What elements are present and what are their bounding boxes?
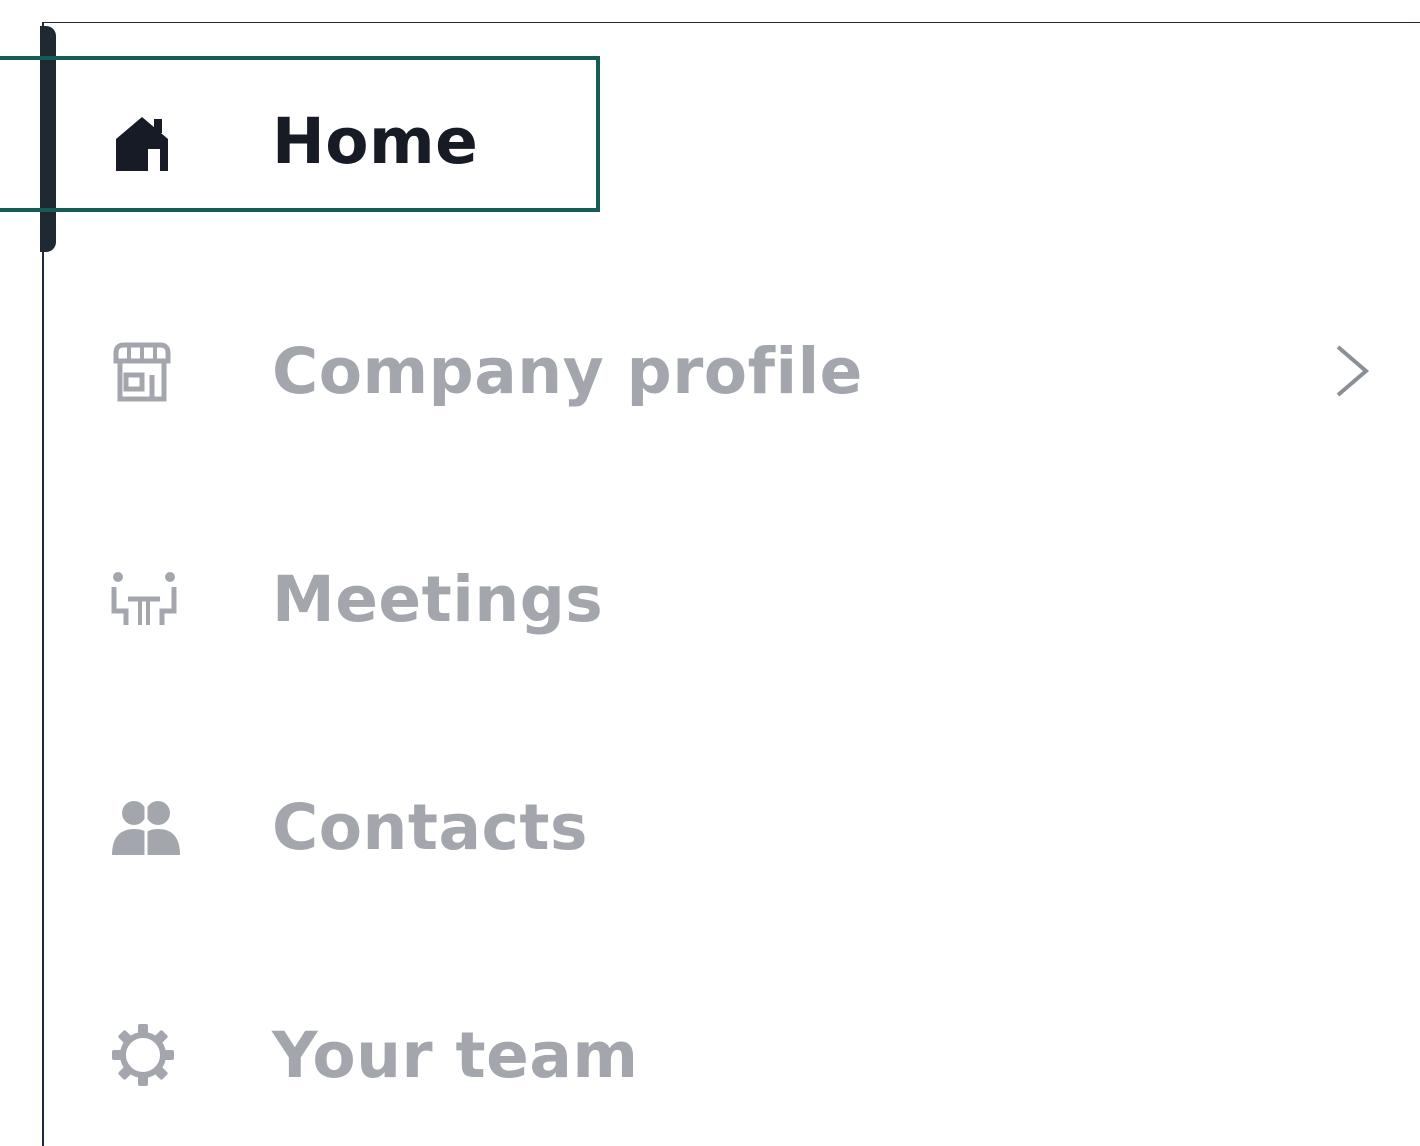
contacts-icon: [110, 792, 202, 862]
sidebar-item-meetings[interactable]: Meetings: [110, 544, 1400, 654]
sidebar-item-label: Your team: [272, 1018, 639, 1092]
sidebar-item-company-profile[interactable]: Company profile: [110, 316, 1400, 426]
sidebar-item-home[interactable]: Home: [110, 86, 1400, 196]
sidebar-item-label: Home: [272, 104, 479, 178]
gear-icon: [110, 1020, 202, 1090]
meeting-table-icon: [110, 564, 202, 634]
sidebar-item-your-team[interactable]: Your team: [110, 1000, 1400, 1110]
active-item-indicator: [40, 26, 56, 252]
sidebar-item-contacts[interactable]: Contacts: [110, 772, 1400, 882]
sidebar-item-label: Contacts: [272, 790, 588, 864]
storefront-icon: [110, 336, 202, 406]
sidebar-item-label: Meetings: [272, 562, 604, 636]
sidebar-item-label: Company profile: [272, 334, 863, 408]
chevron-right-icon[interactable]: [1332, 341, 1372, 401]
top-divider: [42, 22, 1420, 23]
home-icon: [110, 106, 202, 176]
